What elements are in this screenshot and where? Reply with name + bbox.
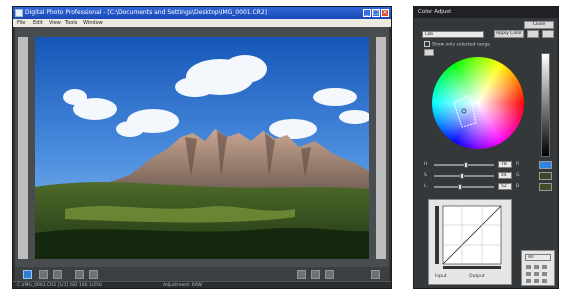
bottom-toolbar — [15, 267, 389, 281]
checkbox-label: Show only selected range — [432, 42, 491, 48]
slider-l-knob[interactable] — [458, 184, 462, 190]
crop-icon[interactable] — [75, 270, 84, 279]
status-mode: Adjustment: RAW — [163, 283, 203, 288]
minimize-icon[interactable]: _ — [363, 9, 371, 17]
status-bar: C:\IMG_0001.CR2 [1/1] ISO 100 1/250 Adju… — [13, 281, 391, 288]
mode-select[interactable]: Lab — [422, 31, 484, 38]
next-icon[interactable] — [371, 270, 380, 279]
curve-output-label: Output — [469, 274, 485, 279]
color-adjust-dialog: Color Adjust Close Lab Apply Color Show … — [413, 6, 559, 289]
left-scrollbar[interactable] — [18, 37, 28, 259]
fit-icon[interactable] — [297, 270, 306, 279]
image-canvas[interactable] — [15, 27, 389, 267]
grid-icon[interactable] — [325, 270, 334, 279]
reset-button[interactable] — [542, 30, 554, 38]
slider-label-l: L — [424, 184, 427, 189]
slider-s-knob[interactable] — [460, 173, 464, 179]
preset-panel: All — [521, 250, 555, 286]
swatch-target[interactable] — [539, 183, 552, 191]
menu-file[interactable]: File — [17, 20, 25, 26]
slider-s-track[interactable] — [434, 175, 494, 177]
slider-l-track[interactable] — [434, 186, 494, 188]
dialog-titlebar[interactable]: Color Adjust — [414, 7, 558, 18]
swatch-selected[interactable] — [539, 161, 552, 169]
value-h[interactable]: 78 — [498, 161, 512, 168]
close-icon[interactable]: × — [381, 9, 389, 17]
hand-icon[interactable] — [89, 270, 98, 279]
curve-input-label: Input — [435, 274, 447, 279]
preset-select[interactable]: All — [525, 254, 551, 261]
actual-size-icon[interactable] — [311, 270, 320, 279]
slider-h-knob[interactable] — [464, 162, 468, 168]
color-wheel[interactable] — [432, 57, 524, 149]
dialog-title: Color Adjust — [418, 9, 452, 15]
options-button[interactable] — [527, 30, 539, 38]
close-button[interactable]: Close — [524, 21, 554, 29]
slider-label-s: S — [424, 173, 427, 178]
show-selected-checkbox[interactable]: Show only selected range — [424, 41, 490, 48]
landscape-photo — [35, 37, 369, 259]
editor-title: Digital Photo Professional - [C:\Documen… — [25, 9, 267, 16]
value-l[interactable]: 52 — [498, 183, 512, 190]
slider-label-h: H — [424, 162, 428, 167]
checkbox-icon — [424, 41, 430, 47]
photo-editor-window: Digital Photo Professional - [C:\Documen… — [12, 6, 392, 289]
menu-view[interactable]: View — [49, 20, 61, 26]
app-icon — [15, 9, 23, 17]
eyedropper-icon[interactable] — [23, 270, 32, 279]
channel-label-r: R — [516, 162, 520, 167]
menu-edit[interactable]: Edit — [33, 20, 43, 26]
zoom-icon[interactable] — [39, 270, 48, 279]
editor-titlebar[interactable]: Digital Photo Professional - [C:\Documen… — [13, 7, 391, 19]
value-s[interactable]: 44 — [498, 172, 512, 179]
luminance-bar[interactable] — [541, 53, 550, 157]
menu-tools[interactable]: Tools — [65, 20, 77, 26]
right-scrollbar[interactable] — [376, 37, 386, 259]
status-file-info: C:\IMG_0001.CR2 [1/1] ISO 100 1/250 — [17, 283, 102, 288]
channel-label-g: G — [516, 173, 520, 178]
menu-window[interactable]: Window — [83, 20, 103, 26]
swatch-source[interactable] — [539, 172, 552, 180]
apply-color-button[interactable]: Apply Color — [494, 30, 524, 38]
tone-curve-panel[interactable]: Input Output — [428, 199, 512, 285]
maximize-icon[interactable]: □ — [372, 9, 380, 17]
menu-bar: File Edit View Tools Window — [13, 19, 391, 27]
rotate-icon[interactable] — [53, 270, 62, 279]
channel-label-b: B — [516, 184, 520, 189]
eyedropper-icon[interactable] — [424, 49, 434, 56]
